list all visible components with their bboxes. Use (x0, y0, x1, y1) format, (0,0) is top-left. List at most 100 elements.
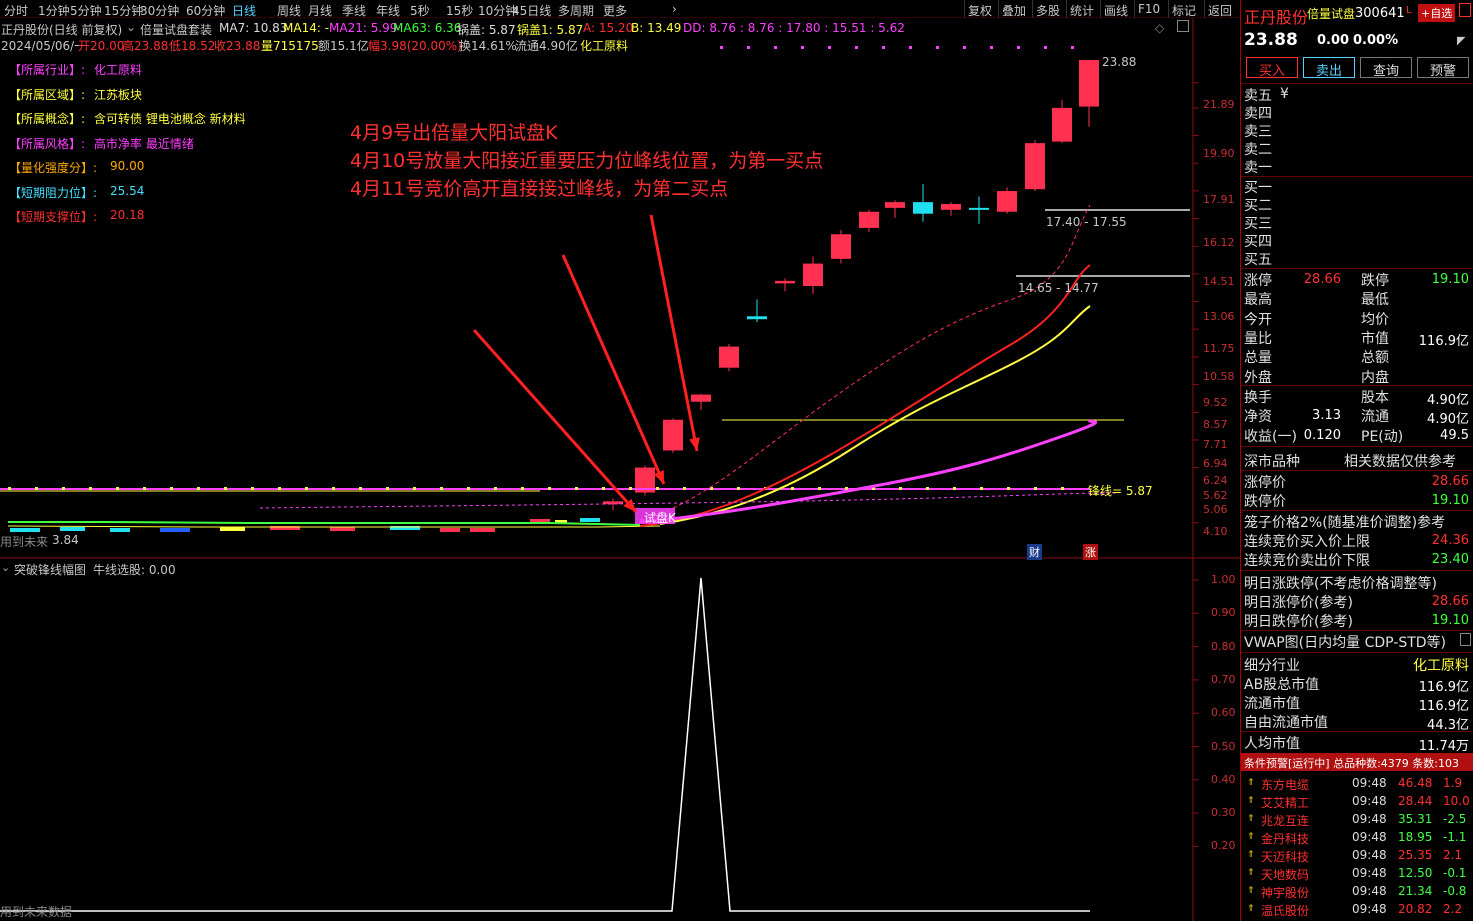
divider (1241, 510, 1473, 511)
warn-time: 09:48 (1352, 866, 1387, 880)
corner-arrow-icon[interactable]: ◤ (1457, 34, 1465, 47)
early-candle (470, 528, 495, 532)
warn-name: 天迈科技 (1261, 850, 1310, 864)
warning-row[interactable]: ⇑ 神宇股份 09:48 21.34 -0.8 (1241, 882, 1473, 900)
divider (1241, 385, 1473, 386)
float-value: 116.9亿 (1418, 699, 1469, 714)
candle-body (885, 202, 905, 208)
fengxian-dot (521, 487, 524, 490)
high-price-label: 23.88 (1102, 55, 1137, 69)
early-candle (60, 527, 85, 531)
warn-name: 金丹科技 (1261, 832, 1310, 846)
candle-body (997, 191, 1017, 212)
query-button[interactable]: 查询 (1360, 57, 1412, 79)
fengxian-dot (143, 487, 146, 490)
price-change-pct: 0.00% (1353, 33, 1399, 48)
warn-change: -2.5 (1443, 812, 1467, 826)
collapse-icon[interactable]: ⌄ (1, 561, 10, 574)
top-dot-marker (1017, 46, 1020, 49)
fengxian-dot (683, 487, 686, 490)
warn-price: 35.31 (1398, 812, 1433, 826)
fengxian-dot (467, 487, 470, 490)
stat-label: 最低 (1361, 292, 1389, 309)
warning-row[interactable]: ⇑ 天迈科技 09:48 25.35 2.1 (1241, 846, 1473, 864)
candle-body (831, 234, 851, 259)
price-chart-svg[interactable] (0, 0, 1240, 921)
warning-row[interactable]: ⇑ 艾艾精工 09:48 28.44 10.0 (1241, 792, 1473, 810)
top-dot-marker (909, 46, 912, 49)
divider (1241, 446, 1473, 447)
annotation-arrow (649, 214, 699, 452)
vwap-window-icon[interactable] (1460, 633, 1471, 646)
warn-name: 温氏股份 (1261, 904, 1310, 918)
main-chart-area[interactable]: 分时 1分钟 5分钟 15分钟 30分钟 60分钟 日线 周线 月线 季线 年线 5秒 15秒 10分钟 4… (0, 0, 1240, 921)
sub-tick-5: 0.50 (1211, 739, 1236, 753)
industry-label: 细分行业 (1244, 658, 1300, 674)
top-dot-marker (990, 46, 993, 49)
ma7-dash-line (639, 204, 1091, 521)
early-candle (220, 527, 245, 531)
fengxian-dot (1034, 487, 1037, 490)
sell-level-2: 卖三 (1244, 124, 1272, 140)
candle-body (747, 316, 767, 320)
price-tick-5: 13.06 (1203, 310, 1235, 323)
warn-bar[interactable]: 条件预警[运行中] 总品种数:4379 条数:103 (1244, 755, 1459, 771)
sell-button[interactable]: 卖出 (1303, 57, 1355, 79)
stat-value: 4.90亿 (1427, 393, 1469, 408)
fengxian-dot (1007, 487, 1010, 490)
top-dot-marker (828, 46, 831, 49)
warning-row[interactable]: ⇑ 东方电缆 09:48 46.48 1.9 (1241, 774, 1473, 792)
warning-row[interactable]: ⇑ 兆龙互连 09:48 35.31 -2.5 (1241, 810, 1473, 828)
alert-button[interactable]: 预警 (1417, 57, 1469, 79)
warn-change: -1.1 (1443, 830, 1467, 844)
per-label: 人均市值 (1244, 736, 1300, 752)
auction-sell-value: 23.40 (1431, 552, 1469, 567)
ma63-line (8, 521, 641, 526)
stat-label: 股本 (1361, 390, 1389, 406)
sub-panel-subtitle: 牛线选股: 0.00 (93, 563, 176, 577)
warning-row[interactable]: ⇑ 温氏股份 09:48 20.82 2.2 (1241, 900, 1473, 918)
finance-badge[interactable]: 财 (1027, 544, 1042, 560)
price-tick-2: 17.91 (1203, 193, 1235, 206)
fengxian-dot (278, 487, 281, 490)
buy-button[interactable]: 买入 (1246, 57, 1298, 79)
candle-body (663, 419, 683, 451)
per-value: 11.74万 (1418, 739, 1469, 754)
fengxian-dot (602, 487, 605, 490)
top-dot-marker (1071, 46, 1074, 49)
warn-time: 09:48 (1352, 794, 1387, 808)
warn-time: 09:48 (1352, 902, 1387, 916)
warning-row[interactable]: ⇑ 金丹科技 09:48 18.95 -1.1 (1241, 828, 1473, 846)
stat-value: 49.5 (1440, 427, 1469, 443)
next-zt-value: 28.66 (1431, 594, 1469, 609)
warning-row[interactable]: ⇑ 天地数码 09:48 12.50 -0.1 (1241, 864, 1473, 882)
vwap-label[interactable]: VWAP图(日内均量 CDP-STD等) (1244, 632, 1446, 652)
warn-name: 艾艾精工 (1261, 796, 1310, 810)
price-tick-11: 6.94 (1203, 457, 1228, 470)
top-dot-marker (882, 46, 885, 49)
stat-label: 涨停 (1244, 273, 1272, 289)
add-watchlist-button[interactable]: +自选 (1418, 4, 1456, 22)
next-zt-label: 明日涨停价(参考) (1244, 595, 1353, 611)
sub-panel-title: 突破锋线幅图 (14, 563, 87, 577)
fengxian-dot (8, 487, 11, 490)
early-candle (10, 528, 40, 532)
limit-up-badge[interactable]: 涨 (1083, 544, 1098, 560)
next-dt-label: 明日跌停价(参考) (1244, 614, 1353, 630)
fengxian-dot (494, 487, 497, 490)
next-dt-value: 19.10 (1431, 613, 1469, 628)
divider (1241, 652, 1473, 653)
fengxian-dot (224, 487, 227, 490)
warn-price: 25.35 (1398, 848, 1433, 862)
up-arrow-icon: ⇑ (1247, 850, 1255, 860)
early-candle (330, 527, 355, 531)
market-note: 相关数据仅供参考 (1344, 454, 1456, 470)
fengxian-label: 锋线= 5.87 (1088, 484, 1153, 498)
future-data-note: 用到未来 (0, 535, 49, 549)
warn-name: 神宇股份 (1261, 886, 1310, 900)
window-toggle-icon[interactable] (1459, 3, 1471, 17)
cage-note: 笼子价格2%(随基准价调整)参考 (1244, 515, 1446, 531)
sell-level-0: 卖五 (1244, 88, 1272, 104)
fengxian-dot (926, 487, 929, 490)
early-candle (580, 518, 600, 522)
